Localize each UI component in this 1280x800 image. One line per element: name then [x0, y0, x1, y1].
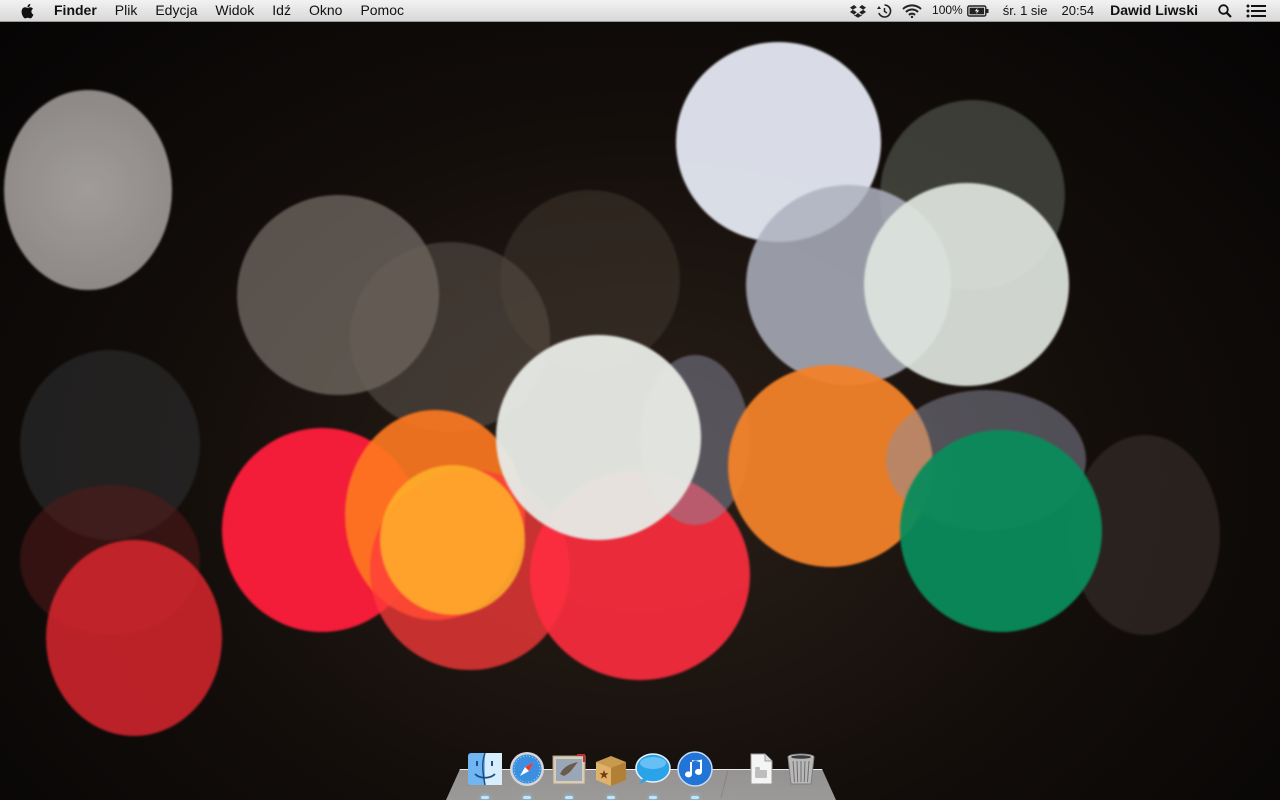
- running-indicator-finder: [481, 796, 489, 799]
- battery-percentage: 100%: [932, 3, 963, 17]
- mail-icon[interactable]: [550, 750, 588, 788]
- dropbox-icon[interactable]: [850, 0, 867, 21]
- finder-icon[interactable]: [466, 750, 504, 788]
- dock: [446, 744, 836, 800]
- time-machine-icon[interactable]: [876, 0, 892, 21]
- menu-plik[interactable]: Plik: [115, 0, 138, 21]
- menu-widok[interactable]: Widok: [215, 0, 254, 21]
- running-indicator-safari: [523, 796, 531, 799]
- running-indicator-sparrow: [607, 796, 615, 799]
- menubar-date[interactable]: śr. 1 sie: [1003, 0, 1048, 21]
- sparrow-box-icon[interactable]: [592, 750, 630, 788]
- fast-user-switching[interactable]: Dawid Liwski: [1110, 0, 1198, 21]
- itunes-icon[interactable]: [676, 750, 714, 788]
- spotlight-search-icon[interactable]: [1218, 0, 1232, 21]
- app-menu-finder[interactable]: Finder: [54, 0, 97, 21]
- document-stack-icon[interactable]: [742, 750, 780, 788]
- menu-bar: Finder Plik Edycja Widok Idź Okno Pomoc: [0, 0, 1280, 22]
- wallpaper-bokeh: [4, 90, 172, 290]
- running-indicator-itunes: [691, 796, 699, 799]
- menu-okno[interactable]: Okno: [309, 0, 342, 21]
- menubar-time[interactable]: 20:54: [1062, 0, 1095, 21]
- wallpaper-bokeh: [46, 540, 222, 736]
- menu-idz[interactable]: Idź: [272, 0, 291, 21]
- wallpaper-bokeh: [496, 335, 701, 540]
- messages-icon[interactable]: [634, 750, 672, 788]
- apple-menu-icon[interactable]: [18, 0, 36, 21]
- running-indicator-messages: [649, 796, 657, 799]
- wallpaper-bokeh: [864, 183, 1069, 386]
- safari-icon[interactable]: [508, 750, 546, 788]
- battery-charging-icon[interactable]: [966, 0, 989, 21]
- menu-edycja[interactable]: Edycja: [155, 0, 197, 21]
- trash-icon[interactable]: [782, 750, 820, 788]
- desktop-wallpaper: [0, 0, 1280, 800]
- wallpaper-bokeh: [900, 430, 1102, 632]
- wifi-icon[interactable]: [902, 0, 922, 21]
- running-indicator-mail: [565, 796, 573, 799]
- notification-center-icon[interactable]: [1246, 0, 1266, 21]
- wallpaper-bokeh: [380, 465, 525, 615]
- menu-pomoc[interactable]: Pomoc: [360, 0, 404, 21]
